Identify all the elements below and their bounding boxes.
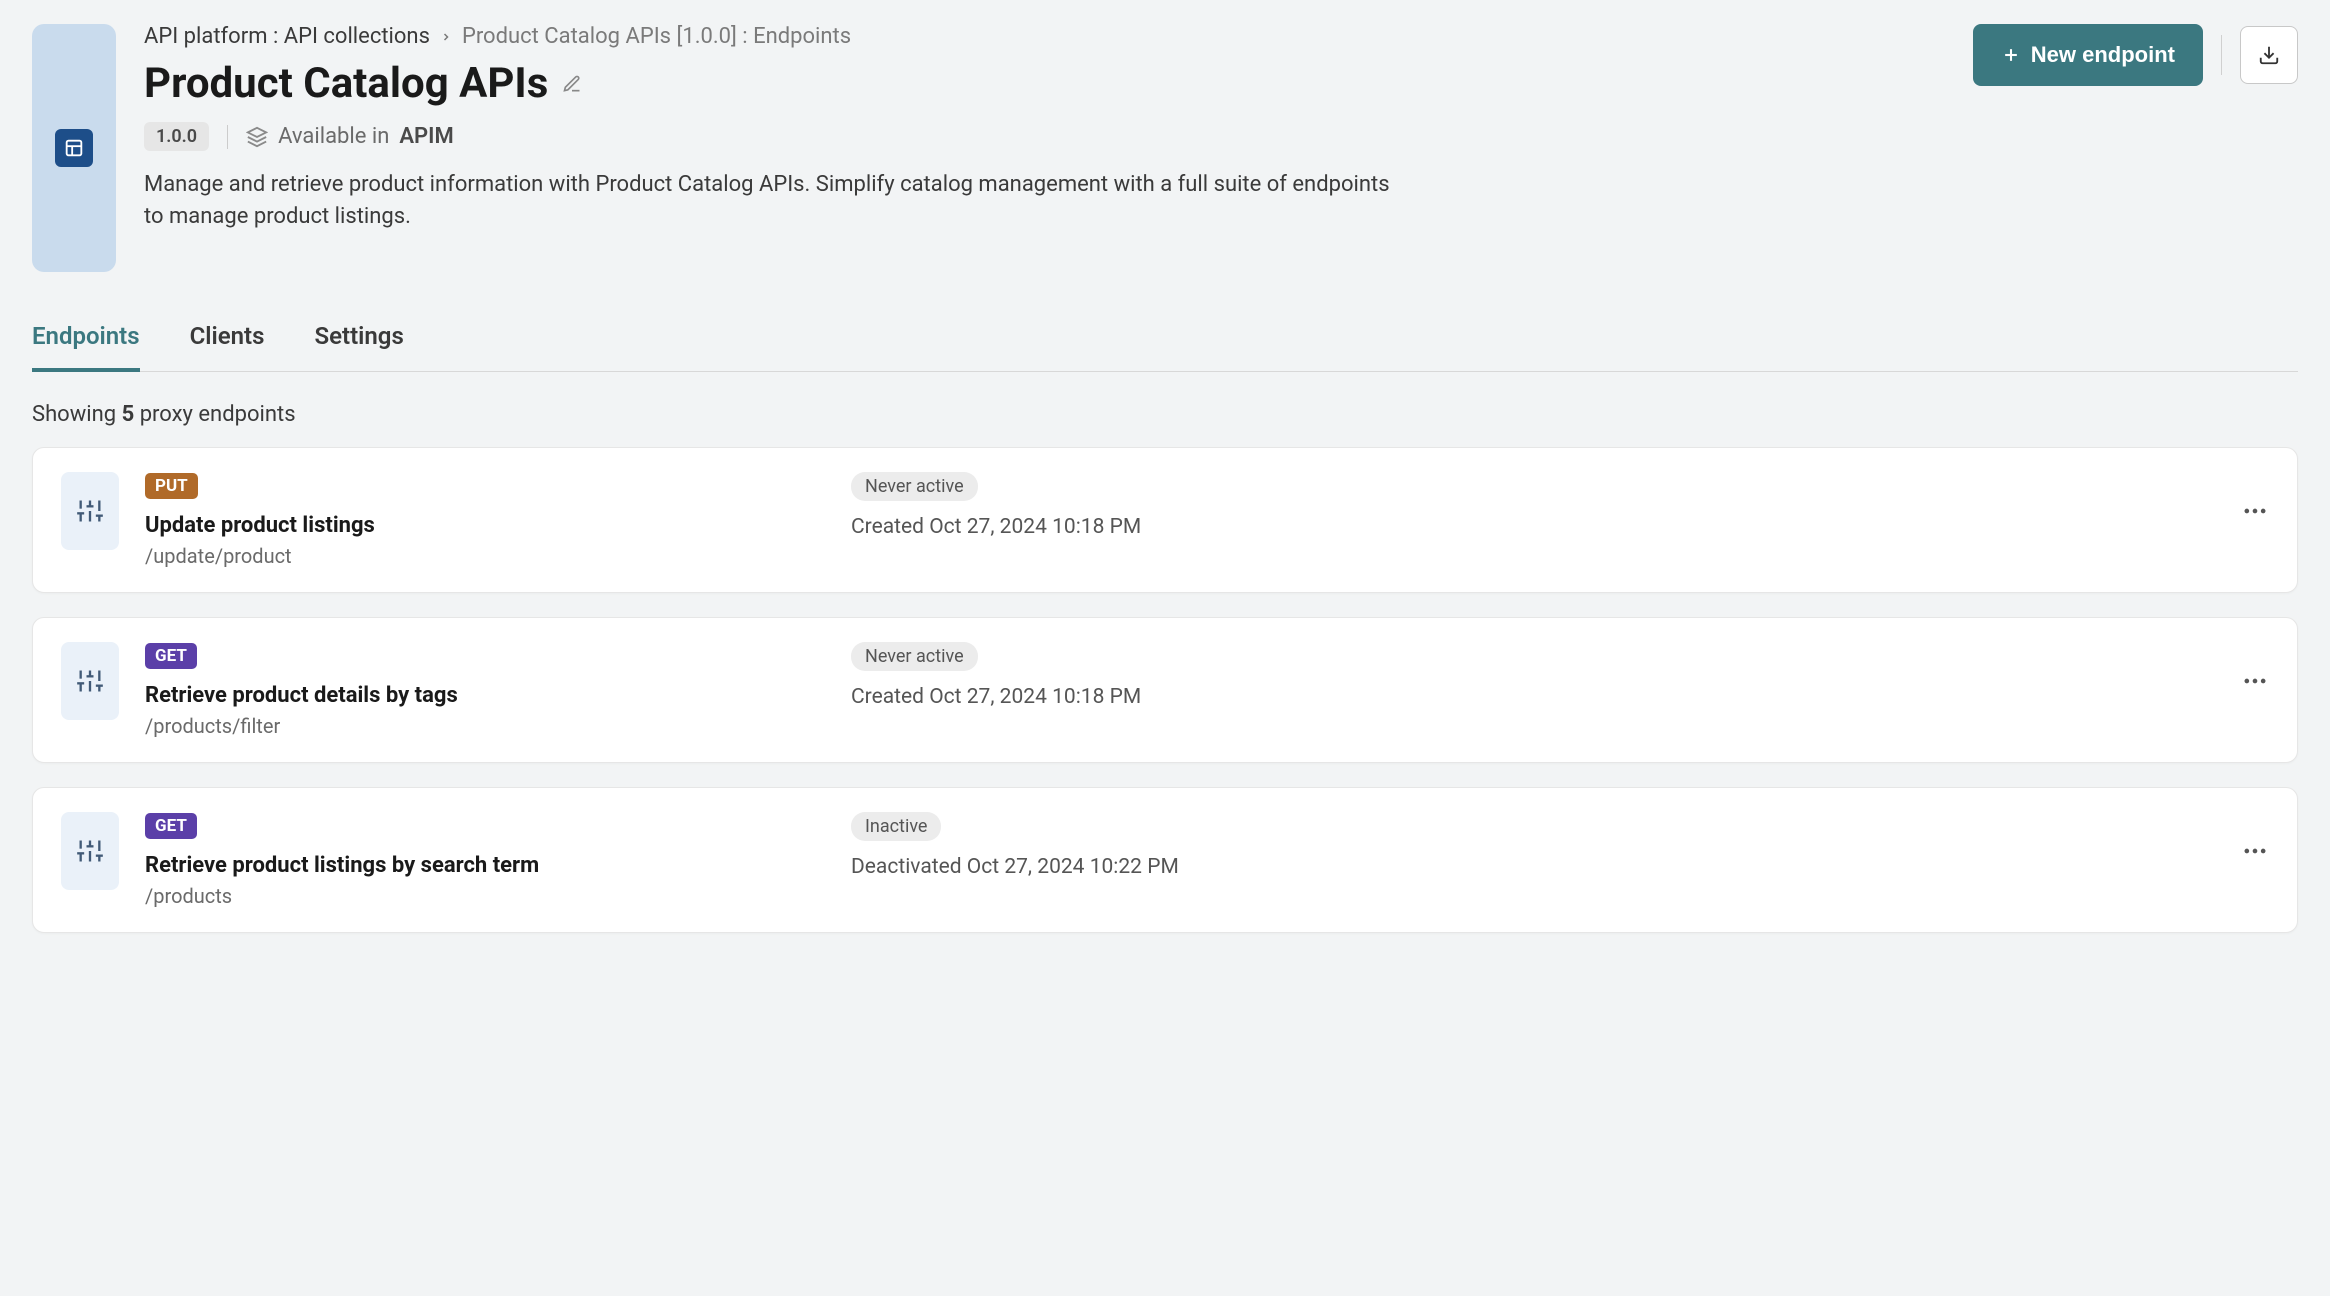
endpoint-card[interactable]: GET Retrieve product listings by search … [32,787,2298,933]
endpoint-icon [61,812,119,890]
endpoint-icon [61,642,119,720]
api-collection-icon [55,129,93,167]
tabs: Endpoints Clients Settings [32,312,2298,372]
endpoint-card[interactable]: PUT Update product listings /update/prod… [32,447,2298,593]
tab-settings[interactable]: Settings [314,312,403,372]
endpoint-icon [61,472,119,550]
tab-endpoints[interactable]: Endpoints [32,312,140,372]
endpoint-path: /products [145,884,825,908]
endpoint-title: Retrieve product details by tags [145,683,825,708]
new-endpoint-label: New endpoint [2031,42,2175,68]
api-description: Manage and retrieve product information … [144,169,1404,233]
version-badge: 1.0.0 [144,122,209,151]
page-title: Product Catalog APIs [144,59,548,108]
breadcrumb-part2: Product Catalog APIs [1.0.0] : Endpoints [462,24,851,49]
endpoint-meta: Created Oct 27, 2024 10:18 PM [851,685,2215,709]
showing-number: 5 [122,402,135,427]
edit-title-button[interactable] [562,74,582,94]
endpoint-meta: Created Oct 27, 2024 10:18 PM [851,515,2215,539]
showing-suffix: proxy endpoints [140,402,296,427]
status-badge: Inactive [851,812,941,841]
new-endpoint-button[interactable]: New endpoint [1973,24,2203,86]
status-badge: Never active [851,642,978,671]
plus-icon [2001,45,2021,65]
endpoint-path: /update/product [145,544,825,568]
layers-icon [246,126,268,148]
showing-count: Showing 5 proxy endpoints [32,402,2298,427]
endpoint-list: PUT Update product listings /update/prod… [32,447,2298,933]
tab-clients[interactable]: Clients [190,312,265,372]
method-badge: PUT [145,473,198,499]
endpoint-meta: Deactivated Oct 27, 2024 10:22 PM [851,855,2215,879]
endpoint-title: Retrieve product listings by search term [145,853,825,878]
chevron-right-icon [440,31,452,43]
available-in-label: Available in [278,124,389,149]
showing-prefix: Showing [32,402,116,427]
breadcrumb-part1[interactable]: API platform : API collections [144,24,430,49]
more-actions-button[interactable] [2241,466,2269,556]
breadcrumb: API platform : API collections Product C… [144,24,1945,49]
endpoint-path: /products/filter [145,714,825,738]
endpoint-title: Update product listings [145,513,825,538]
available-in-value: APIM [399,124,453,149]
download-button[interactable] [2240,26,2298,84]
api-collection-icon-box [32,24,116,272]
divider [2221,35,2222,75]
endpoint-card[interactable]: GET Retrieve product details by tags /pr… [32,617,2298,763]
available-in: Available in APIM [246,124,454,149]
divider [227,125,228,149]
more-actions-button[interactable] [2241,636,2269,726]
method-badge: GET [145,643,197,669]
method-badge: GET [145,813,197,839]
more-actions-button[interactable] [2241,806,2269,896]
status-badge: Never active [851,472,978,501]
